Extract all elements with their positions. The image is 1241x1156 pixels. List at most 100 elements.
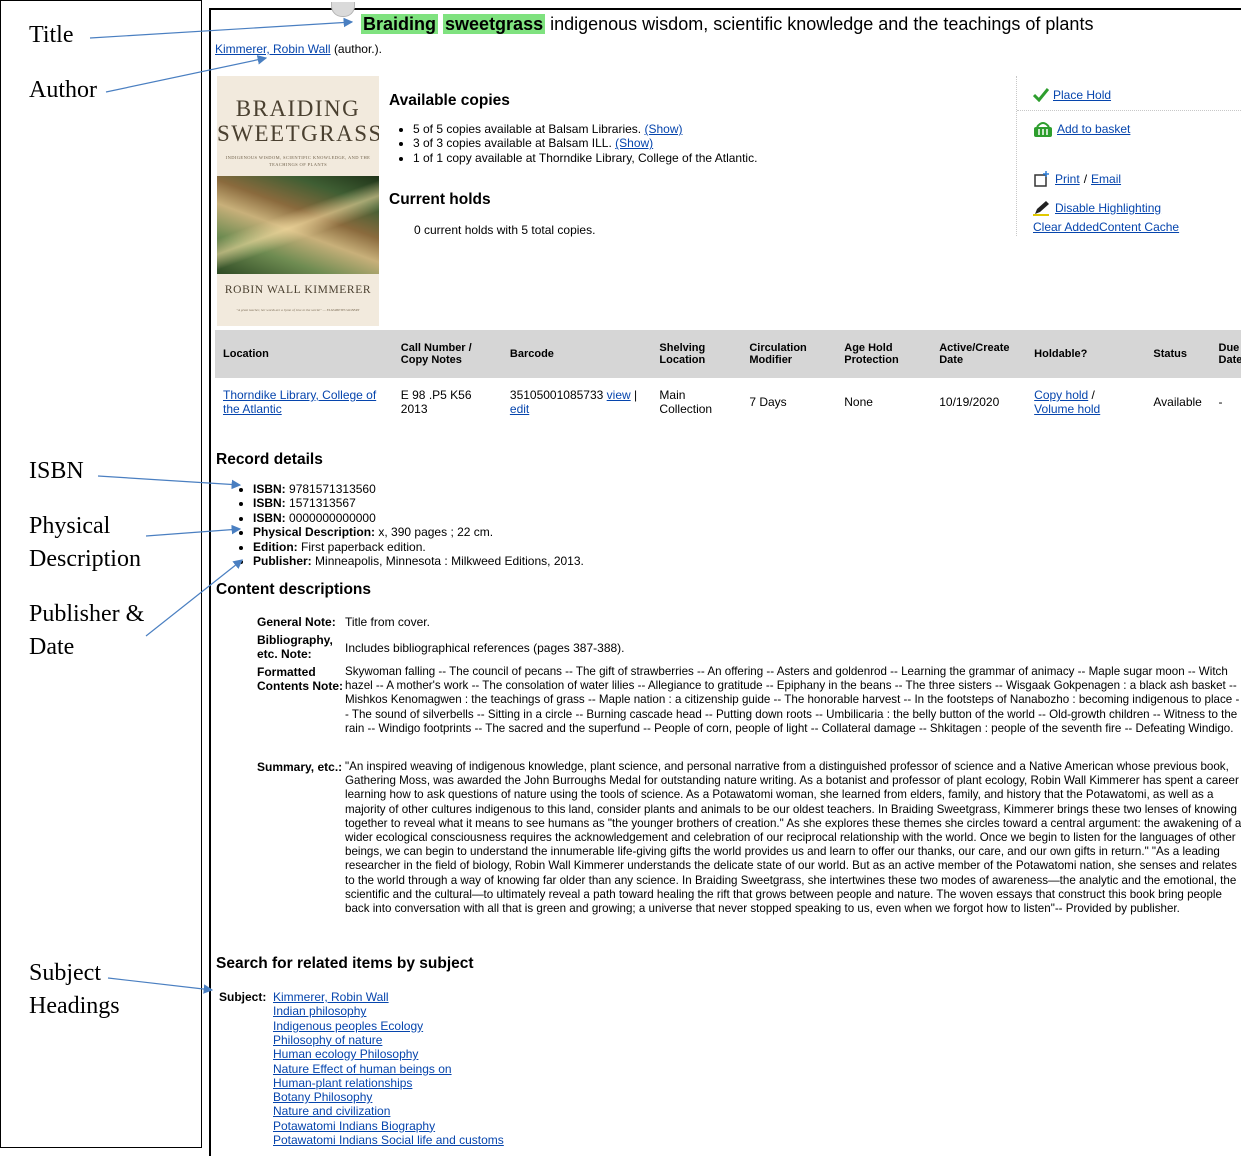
highlighter-pen-icon: [1033, 201, 1049, 216]
table-row: Thorndike Library, College of the Atlant…: [215, 378, 1241, 426]
subject-link[interactable]: Human-plant relationships: [273, 1076, 412, 1090]
col-active-create-date: Active/Create Date: [931, 330, 1027, 378]
annotation-panel: Title Author ISBN Physical Description P…: [0, 0, 202, 1148]
current-holds-text: 0 current holds with 5 total copies.: [414, 223, 596, 237]
disable-highlighting-link[interactable]: Disable Highlighting: [1055, 201, 1161, 215]
content-notes: General Note: Title from cover. Bibliogr…: [257, 615, 1241, 935]
show-copies-link[interactable]: (Show): [615, 136, 653, 150]
place-hold-link[interactable]: Place Hold: [1053, 88, 1111, 102]
bibliography-note-value: Includes bibliographical references (pag…: [345, 641, 625, 655]
isbn-item: ISBN: 9781571313560: [253, 482, 584, 496]
copy-create-date: 10/19/2020: [939, 395, 1000, 409]
print-link[interactable]: Print: [1055, 172, 1080, 186]
record-title: Braiding sweetgrass indigenous wisdom, s…: [361, 14, 1093, 35]
cover-subtitle: INDIGENOUS WISDOM, SCIENTIFIC KNOWLEDGE,…: [225, 155, 371, 167]
formatted-contents-label: Formatted Contents Note:: [257, 665, 343, 693]
col-holdable: Holdable?: [1026, 330, 1146, 378]
show-copies-link[interactable]: (Show): [644, 122, 682, 136]
copies-table: Location Call Number / Copy Notes Barcod…: [215, 330, 1241, 426]
annotation-isbn: ISBN: [29, 458, 84, 484]
col-location: Location: [215, 330, 393, 378]
cover-title: BRAIDING SWEETGRASS: [217, 96, 379, 146]
subject-link[interactable]: Human ecology Philosophy: [273, 1047, 418, 1061]
col-shelving-location: Shelving Location: [651, 330, 742, 378]
place-hold-action[interactable]: Place Hold: [1033, 88, 1111, 102]
availability-item: 3 of 3 copies available at Balsam ILL. (…: [413, 136, 757, 150]
record-details-heading: Record details: [216, 451, 323, 468]
email-link[interactable]: Email: [1091, 172, 1121, 186]
barcode-edit-link[interactable]: edit: [510, 402, 529, 416]
print-email-action: Print / Email: [1033, 170, 1121, 188]
author-link[interactable]: Kimmerer, Robin Wall: [215, 42, 331, 56]
copy-shelving-location: Main Collection: [659, 388, 713, 416]
title-bubble-icon: [331, 2, 355, 17]
general-note-row: General Note: Title from cover.: [257, 615, 1241, 629]
copy-call-number: E 98 .P5 K56 2013: [400, 388, 472, 416]
subject-link[interactable]: Philosophy of nature: [273, 1033, 382, 1047]
volume-hold-link[interactable]: Volume hold: [1034, 402, 1100, 416]
clear-addedcontent-cache-link[interactable]: Clear AddedContent Cache: [1033, 220, 1179, 234]
formatted-contents-row: Formatted Contents Note: Skywoman fallin…: [257, 665, 1241, 736]
copy-due-date: -: [1218, 395, 1223, 409]
title-rest: indigenous wisdom, scientific knowledge …: [550, 14, 1094, 34]
col-barcode: Barcode: [501, 330, 652, 378]
copies-table-header-row: Location Call Number / Copy Notes Barcod…: [215, 330, 1241, 378]
copy-circ-modifier: 7 Days: [749, 395, 787, 409]
actions-divider: [1017, 110, 1241, 111]
print-email-separator: /: [1083, 172, 1088, 186]
subject-link[interactable]: Botany Philosophy: [273, 1090, 372, 1104]
copy-holdable-cell: Copy hold / Volume hold: [1034, 388, 1101, 416]
subject-link[interactable]: Potawatomi Indians Social life and custo…: [273, 1133, 504, 1147]
subject-link[interactable]: Indigenous peoples Ecology: [273, 1019, 423, 1033]
add-to-basket-action[interactable]: Add to basket: [1033, 120, 1130, 138]
edition-item: Edition: First paperback edition.: [253, 540, 584, 554]
subject-link[interactable]: Kimmerer, Robin Wall: [273, 990, 389, 1004]
annotation-publisher-date: Publisher & Date: [29, 601, 145, 660]
general-note-label: General Note:: [257, 615, 336, 629]
content-descriptions-heading: Content descriptions: [216, 581, 372, 598]
disable-highlighting-action[interactable]: Disable Highlighting: [1033, 200, 1161, 216]
annotation-author: Author: [29, 77, 97, 103]
physical-description-item: Physical Description: x, 390 pages ; 22 …: [253, 525, 584, 539]
bibliography-note-row: Bibliography, etc. Note: Includes biblio…: [257, 633, 1241, 661]
availability-list: 5 of 5 copies available at Balsam Librar…: [389, 122, 757, 165]
subject-link[interactable]: Indian philosophy: [273, 1004, 366, 1018]
annotation-subject-headings: Subject Headings: [29, 960, 120, 1019]
checkmark-icon: [1033, 88, 1049, 102]
record-author: Kimmerer, Robin Wall (author.).: [215, 42, 382, 56]
author-role: (author.).: [333, 42, 382, 56]
summary-label: Summary, etc.:: [257, 760, 343, 774]
subject-label: Subject:: [219, 990, 267, 1004]
copy-barcode-cell: 35105001085733 view | edit: [509, 388, 638, 416]
general-note-value: Title from cover.: [345, 615, 430, 629]
catalog-record-page: Braiding sweetgrass indigenous wisdom, s…: [209, 2, 1241, 1156]
add-to-basket-link[interactable]: Add to basket: [1057, 122, 1130, 136]
summary-row: Summary, etc.: "An inspired weaving of i…: [257, 760, 1241, 916]
cover-quote: "A great teacher, her words are a hymn o…: [236, 308, 360, 312]
subject-link[interactable]: Potawatomi Indians Biography: [273, 1119, 435, 1133]
title-highlight-braiding: Braiding: [361, 14, 439, 34]
clear-cache-action[interactable]: Clear AddedContent Cache: [1033, 220, 1179, 234]
copy-age-hold: None: [844, 395, 873, 409]
record-details-list: ISBN: 9781571313560 ISBN: 1571313567 ISB…: [229, 482, 584, 568]
isbn-item: ISBN: 0000000000000: [253, 511, 584, 525]
cover-author: ROBIN WALL KIMMERER: [224, 284, 372, 296]
record-actions-panel: Place Hold Add to basket Print / Email D…: [1016, 76, 1241, 236]
annotation-physical-description: Physical Description: [29, 513, 141, 572]
isbn-item: ISBN: 1571313567: [253, 496, 584, 510]
subject-link[interactable]: Nature and civilization: [273, 1104, 390, 1118]
subject-link[interactable]: Nature Effect of human beings on: [273, 1062, 452, 1076]
col-status: Status: [1145, 330, 1211, 378]
basket-icon: [1034, 122, 1052, 137]
availability-item: 1 of 1 copy available at Thorndike Libra…: [413, 151, 757, 165]
subject-search-heading: Search for related items by subject: [216, 955, 474, 972]
publisher-item: Publisher: Minneapolis, Minnesota : Milk…: [253, 554, 584, 568]
col-circulation-modifier: Circulation Modifier: [741, 330, 837, 378]
barcode-view-link[interactable]: view: [607, 388, 631, 402]
copy-hold-link[interactable]: Copy hold: [1034, 388, 1088, 402]
col-age-hold-protection: Age Hold Protection: [836, 330, 932, 378]
copy-location-link[interactable]: Thorndike Library, College of the Atlant…: [223, 388, 376, 416]
current-holds-heading: Current holds: [389, 191, 491, 208]
formatted-contents-value: Skywoman falling -- The council of pecan…: [345, 665, 1240, 735]
cover-braid-photo: [217, 176, 379, 274]
